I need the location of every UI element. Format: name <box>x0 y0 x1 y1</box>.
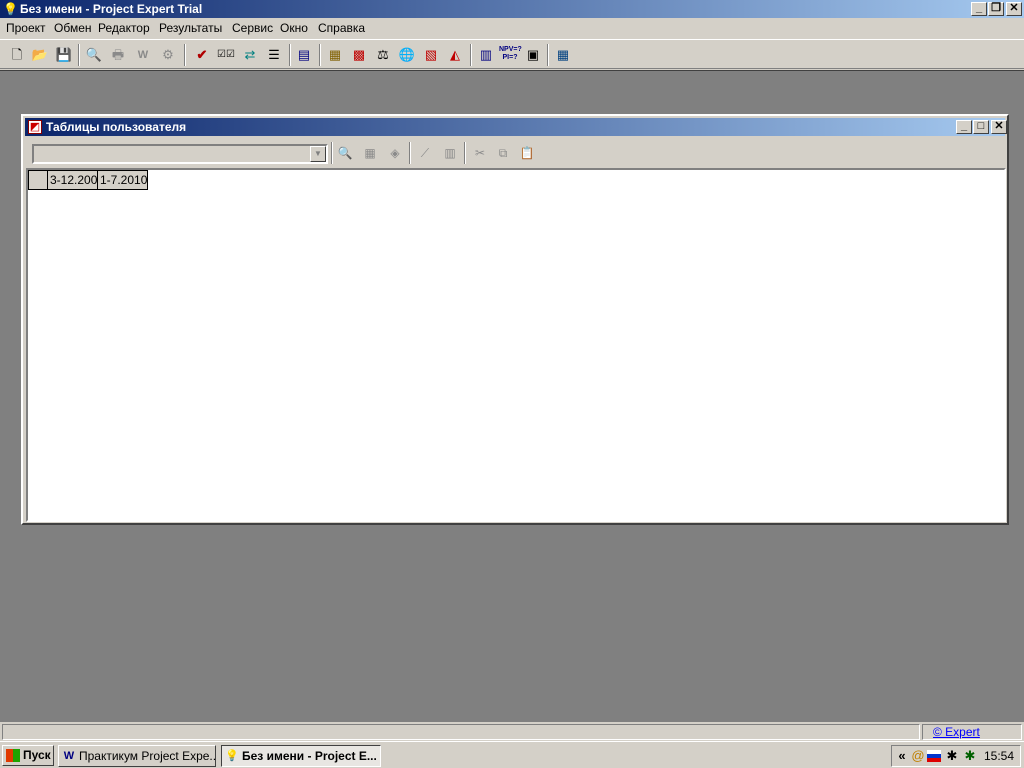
paste-icon[interactable]: 📋 <box>517 144 537 162</box>
menu-window[interactable]: Окно <box>280 21 308 35</box>
table-add-icon[interactable]: ▦ <box>360 144 380 162</box>
child-close-button[interactable]: ✕ <box>991 120 1007 134</box>
child-title: Таблицы пользователя <box>46 120 187 134</box>
menu-service[interactable]: Сервис <box>232 21 273 35</box>
print-preview-icon[interactable]: 🔍 <box>85 46 103 64</box>
status-message-panel <box>2 724 920 740</box>
status-copyright-panel: © Expert Systems <box>922 724 1022 753</box>
document-report-icon[interactable]: ▧ <box>422 46 440 64</box>
child-title-bar[interactable]: ◩ Таблицы пользователя _ □ ✕ <box>25 118 1007 136</box>
options-icon[interactable]: ⚙ <box>159 46 177 64</box>
toolbar-separator <box>289 44 291 66</box>
toolbar-separator <box>547 44 549 66</box>
spider-icon[interactable]: ✱ <box>962 748 978 764</box>
at-sign-icon[interactable]: @ <box>910 748 926 764</box>
word-export-icon[interactable]: W <box>134 46 152 64</box>
tray-expand-chevron[interactable]: « <box>894 748 910 764</box>
minimize-button[interactable]: _ <box>971 2 987 16</box>
save-icon[interactable]: 💾 <box>55 46 73 64</box>
lightbulb-icon: 💡 <box>225 750 239 762</box>
task-label: Без имени - Project E... <box>242 749 377 763</box>
clock[interactable]: 15:54 <box>984 749 1014 763</box>
user-tables-icon: ◩ <box>28 120 42 134</box>
checklist-icon[interactable]: ☑☑ <box>217 46 235 64</box>
status-bar: © Expert Systems <box>0 723 1024 753</box>
child-maximize-button[interactable]: □ <box>973 120 989 134</box>
grid-corner-cell[interactable] <box>28 170 48 190</box>
toolbar-separator <box>184 44 186 66</box>
menu-project[interactable]: Проект <box>6 21 46 35</box>
cut-icon[interactable]: ✂ <box>470 144 490 162</box>
toolbar-separator <box>331 142 333 164</box>
system-tray: « @ ✱ ✱ 15:54 <box>891 745 1021 767</box>
exchange-icon[interactable]: ⇄ <box>241 46 259 64</box>
toolbar-separator <box>319 44 321 66</box>
open-folder-icon[interactable]: 📂 <box>31 46 49 64</box>
schedule-icon[interactable]: ▤ <box>295 46 313 64</box>
npv-pi-icon[interactable]: NPV=? PI=? <box>499 46 522 64</box>
start-button[interactable]: Пуск <box>2 745 54 766</box>
globe-report-icon[interactable]: 🌐 <box>398 46 416 64</box>
bug-icon[interactable]: ✱ <box>944 748 960 764</box>
menu-results[interactable]: Результаты <box>159 21 222 35</box>
lightbulb-icon: 💡 <box>3 2 18 16</box>
table-select-combo[interactable]: ▼ <box>32 144 328 164</box>
word-icon: W <box>63 750 75 762</box>
child-minimize-button[interactable]: _ <box>956 120 972 134</box>
user-table-grid[interactable]: 3-12.2009 1-7.2010 <box>26 168 1006 522</box>
grid-column-header[interactable]: 1-7.2010 <box>97 170 148 190</box>
eraser-icon[interactable]: ◈ <box>385 144 405 162</box>
check-icon[interactable]: ✔ <box>193 46 211 64</box>
report-builder-icon[interactable]: ▣ <box>524 46 542 64</box>
menu-bar: Проект Обмен Редактор Результаты Сервис … <box>0 18 1024 38</box>
area-chart-icon[interactable]: ◭ <box>446 46 464 64</box>
grid-column-header[interactable]: 3-12.2009 <box>47 170 98 190</box>
toolbar-separator <box>464 142 466 164</box>
calculator-icon[interactable]: ▦ <box>554 46 572 64</box>
main-toolbar: 🗋 📂 💾 🔍 🖶 W ⚙ ✔ ☑☑ ⇄ ☰ ▤ ▦ ▩ ⚖ 🌐 ▧ ◭ ▥ N… <box>0 39 1024 69</box>
taskbar-item-active[interactable]: 💡 Без имени - Project E... <box>221 745 381 767</box>
toolbar-separator <box>409 142 411 164</box>
print-icon[interactable]: 🖶 <box>109 46 127 64</box>
app-title-bar[interactable]: 💡 Без имени - Project Expert Trial _ ❐ ✕ <box>0 0 1024 18</box>
balance-icon[interactable]: ⚖ <box>374 46 392 64</box>
taskbar-item[interactable]: W Практикум Project Expe... <box>58 745 216 767</box>
menu-exchange[interactable]: Обмен <box>54 21 92 35</box>
find-icon[interactable]: 🔍 <box>335 144 355 162</box>
windows-taskbar: Пуск W Практикум Project Expe... 💡 Без и… <box>0 741 1024 768</box>
start-label: Пуск <box>23 748 51 762</box>
notes-icon[interactable]: ☰ <box>265 46 283 64</box>
russian-flag-icon[interactable] <box>927 750 941 762</box>
close-button[interactable]: ✕ <box>1006 2 1022 16</box>
restore-button[interactable]: ❐ <box>988 2 1004 16</box>
bar-chart-icon[interactable]: ▥ <box>477 46 495 64</box>
child-toolbar: ▼ 🔍 ▦ ◈ ⟋ ▥ ✂ ⧉ 📋 <box>25 138 1005 166</box>
menu-editor[interactable]: Редактор <box>98 21 150 35</box>
toolbar-separator <box>78 44 80 66</box>
windows-logo-icon <box>6 749 20 762</box>
app-title: Без имени - Project Expert Trial <box>20 2 203 16</box>
bar-chart-small-icon[interactable]: ▥ <box>440 144 460 162</box>
chevron-down-icon[interactable]: ▼ <box>310 146 326 162</box>
user-tables-window: ◩ Таблицы пользователя _ □ ✕ ▼ 🔍 ▦ ◈ ⟋ ▥… <box>21 114 1009 525</box>
line-chart-icon[interactable]: ⟋ <box>415 144 435 162</box>
copy-icon[interactable]: ⧉ <box>493 144 513 162</box>
toolbar-separator <box>470 44 472 66</box>
task-label: Практикум Project Expe... <box>79 749 216 763</box>
menu-help[interactable]: Справка <box>318 21 365 35</box>
cashflow-icon[interactable]: ▩ <box>350 46 368 64</box>
new-file-icon[interactable]: 🗋 <box>8 46 26 64</box>
calendar-icon[interactable]: ▦ <box>326 46 344 64</box>
